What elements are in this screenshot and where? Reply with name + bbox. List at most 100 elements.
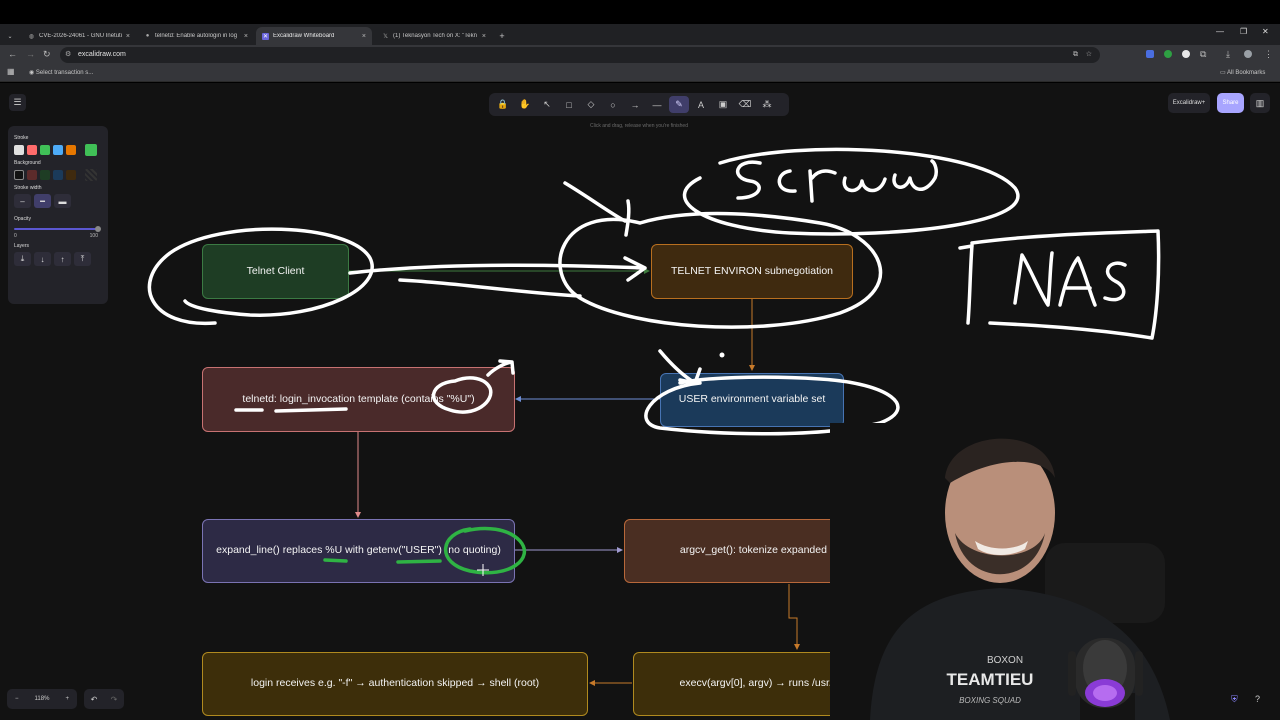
stroke-swatch[interactable] [40, 145, 50, 155]
bitwarden-icon[interactable] [1146, 50, 1154, 58]
node-login[interactable]: login receives e.g. "-f" → authenticatio… [202, 652, 588, 716]
lock-icon[interactable]: 🔒 [493, 96, 513, 113]
stroke-extra-bold-button[interactable]: ▬ [54, 194, 71, 208]
send-to-back-icon[interactable]: ⤓ [14, 252, 31, 266]
shield-icon[interactable]: ⛨ [1231, 694, 1238, 705]
help-icon[interactable]: ? [1255, 694, 1260, 704]
all-bookmarks-button[interactable]: ▭ All Bookmarks [1220, 69, 1265, 76]
background-swatch[interactable] [66, 170, 76, 180]
tab-teknasyon[interactable]: 𝕏 (1) Teknasyon Tech on X: "Tekn × [376, 27, 492, 45]
reload-icon[interactable]: ↻ [43, 49, 51, 60]
opacity-slider-knob[interactable] [95, 226, 101, 232]
connector-argcv-execv [788, 584, 800, 650]
url-field[interactable]: ⚙ excalidraw.com ⧉ ☆ [60, 47, 1100, 63]
tab-telnetd[interactable]: ● telnetd: Enable autologin in log × [138, 27, 254, 45]
bookmark-label: Select transaction s... [35, 70, 94, 76]
apps-grid-icon[interactable]: ▦ [7, 67, 15, 76]
hamburger-menu-icon[interactable]: ☰ [9, 94, 26, 111]
background-swatch[interactable] [40, 170, 50, 180]
extension-grey-icon[interactable] [1182, 50, 1190, 58]
background-current-color[interactable] [85, 169, 97, 181]
profile-icon[interactable] [1244, 50, 1252, 58]
node-telnet-environ[interactable]: TELNET ENVIRON subnegotiation [651, 244, 853, 299]
node-telnet-client[interactable]: Telnet Client [202, 244, 349, 299]
forward-icon[interactable]: → [26, 49, 35, 59]
redo-icon[interactable]: ↷ [111, 695, 118, 704]
folder-icon: ▭ [1220, 70, 1226, 76]
opacity-slider[interactable] [14, 226, 101, 232]
node-expand-line[interactable]: expand_line() replaces %U with getenv("U… [202, 519, 515, 583]
minimize-icon[interactable]: — [1216, 27, 1224, 36]
sketch-box-nas [958, 229, 1161, 340]
sketch-word-nas [1013, 251, 1127, 307]
stroke-width-label: Stroke width [14, 185, 42, 191]
extension-green-icon[interactable] [1164, 50, 1172, 58]
close-window-icon[interactable]: ✕ [1262, 27, 1269, 36]
tab-excalidraw[interactable]: ✕ Excalidraw Whiteboard × [256, 27, 372, 45]
tab-title: (1) Teknasyon Tech on X: "Tekn [393, 33, 477, 39]
node-template[interactable]: telnetd: login_invocation template (cont… [202, 367, 515, 432]
zoom-controls: − 118% + [7, 689, 77, 709]
bring-forward-icon[interactable]: ↑ [54, 252, 71, 266]
bookmark-item[interactable]: ◉ Select transaction s... [29, 69, 93, 76]
hand-icon[interactable]: ✋ [515, 96, 535, 113]
background-swatch[interactable] [14, 170, 24, 180]
zoom-reset-button[interactable]: 118% [35, 696, 50, 702]
stroke-bold-button[interactable]: ━ [34, 194, 51, 208]
tab-cve[interactable]: ◍ CVE-2026-24061 - GNU Inetutil × [22, 27, 136, 45]
tab-title: CVE-2026-24061 - GNU Inetutil [39, 33, 122, 39]
close-icon[interactable]: × [482, 33, 486, 40]
extra-tools-icon[interactable]: ⁂ [757, 96, 777, 113]
stroke-swatch[interactable] [66, 145, 76, 155]
sketch-dot-1 [719, 352, 725, 358]
arrow-icon[interactable]: → [625, 96, 645, 113]
stroke-label: Stroke [14, 135, 29, 141]
diamond-icon[interactable]: ◇ [581, 96, 601, 113]
bring-to-front-icon[interactable]: ⤒ [74, 252, 91, 266]
layers-label: Layers [14, 243, 30, 249]
share-button[interactable]: Share [1217, 93, 1244, 113]
browser-tab-bar: ⌄ ◍ CVE-2026-24061 - GNU Inetutil × ● te… [0, 24, 1280, 45]
eraser-icon[interactable]: ⌫ [735, 96, 755, 113]
restore-icon[interactable]: ❐ [1240, 27, 1247, 36]
background-swatch[interactable] [53, 170, 63, 180]
excalidraw-canvas[interactable]: ☰ 🔒 ✋ ↖ □ ◇ ○ → — ✎ A ▣ ⌫ ⁂ Click and drag, release … [0, 83, 1280, 720]
webcam-streamer-image: BOXON TEAMTIEU BOXING SQUAD [830, 423, 1280, 720]
close-icon[interactable]: × [126, 33, 130, 40]
star-icon[interactable]: ☆ [1086, 47, 1092, 63]
rectangle-icon[interactable]: □ [559, 96, 579, 113]
new-tab-button[interactable]: + [495, 27, 509, 45]
send-backward-icon[interactable]: ↓ [34, 252, 51, 266]
download-icon[interactable]: ⤓ [1226, 49, 1230, 60]
x-icon: 𝕏 [383, 33, 388, 40]
install-icon[interactable]: ⧉ [1073, 47, 1078, 63]
back-icon[interactable]: ← [8, 49, 17, 59]
close-icon[interactable]: × [362, 33, 366, 40]
stroke-swatch[interactable] [53, 145, 63, 155]
library-sidebar-icon[interactable]: ▥ [1250, 93, 1270, 113]
zoom-in-button[interactable]: + [65, 696, 69, 702]
site-info-icon[interactable]: ⚙ [65, 47, 71, 63]
stroke-swatch[interactable] [27, 145, 37, 155]
undo-redo-controls: ↶ ↷ [84, 689, 124, 709]
text-icon[interactable]: A [691, 96, 711, 113]
pointer-icon[interactable]: ↖ [537, 96, 557, 113]
close-icon[interactable]: × [244, 33, 248, 40]
more-menu-icon[interactable]: ⋮ [1264, 49, 1273, 60]
zoom-out-button[interactable]: − [15, 696, 19, 702]
background-swatch[interactable] [27, 170, 37, 180]
sketch-arrow-client [348, 256, 647, 298]
excalidraw-plus-button[interactable]: Excalidraw+ [1168, 93, 1210, 113]
tab-search-button[interactable]: ⌄ [4, 27, 16, 45]
image-icon[interactable]: ▣ [713, 96, 733, 113]
stroke-thin-button[interactable]: ‒ [14, 194, 31, 208]
ellipse-icon[interactable]: ○ [603, 96, 623, 113]
webcam-overlay: BOXON TEAMTIEU BOXING SQUAD [830, 423, 1280, 720]
extensions-icon[interactable]: ⧉ [1200, 49, 1206, 60]
line-icon[interactable]: — [647, 96, 667, 113]
stroke-swatch[interactable] [14, 145, 24, 155]
undo-icon[interactable]: ↶ [91, 695, 98, 704]
stroke-current-color[interactable] [85, 144, 97, 156]
pencil-icon[interactable]: ✎ [669, 96, 689, 113]
node-user-env[interactable]: USER environment variable set [660, 373, 844, 427]
